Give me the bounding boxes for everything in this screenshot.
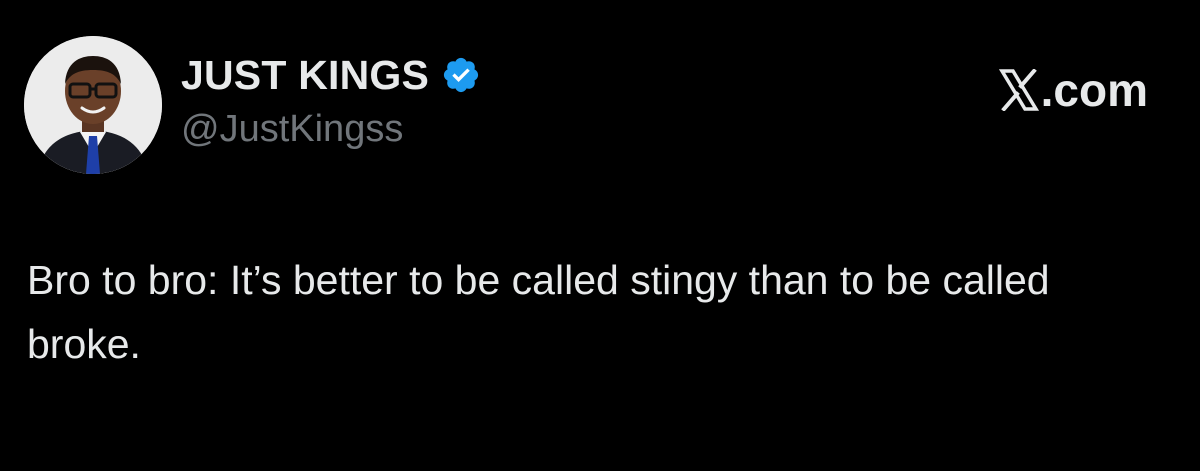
tweet-text: Bro to bro: It’s better to be called sti…: [27, 257, 1050, 367]
avatar[interactable]: [24, 36, 162, 174]
author-handle[interactable]: @JustKingss: [181, 108, 403, 151]
x-logo-icon: [998, 68, 1039, 112]
brand-text: .com: [1040, 64, 1148, 116]
tweet-card: JUST KINGS @JustKingss .com Bro to bro: …: [0, 0, 1200, 471]
verified-badge-icon[interactable]: [441, 55, 481, 95]
author-display-name[interactable]: JUST KINGS: [181, 52, 429, 99]
avatar-portrait-icon: [24, 36, 162, 174]
author-row: JUST KINGS: [181, 50, 481, 100]
brand-watermark: .com: [998, 62, 1148, 118]
